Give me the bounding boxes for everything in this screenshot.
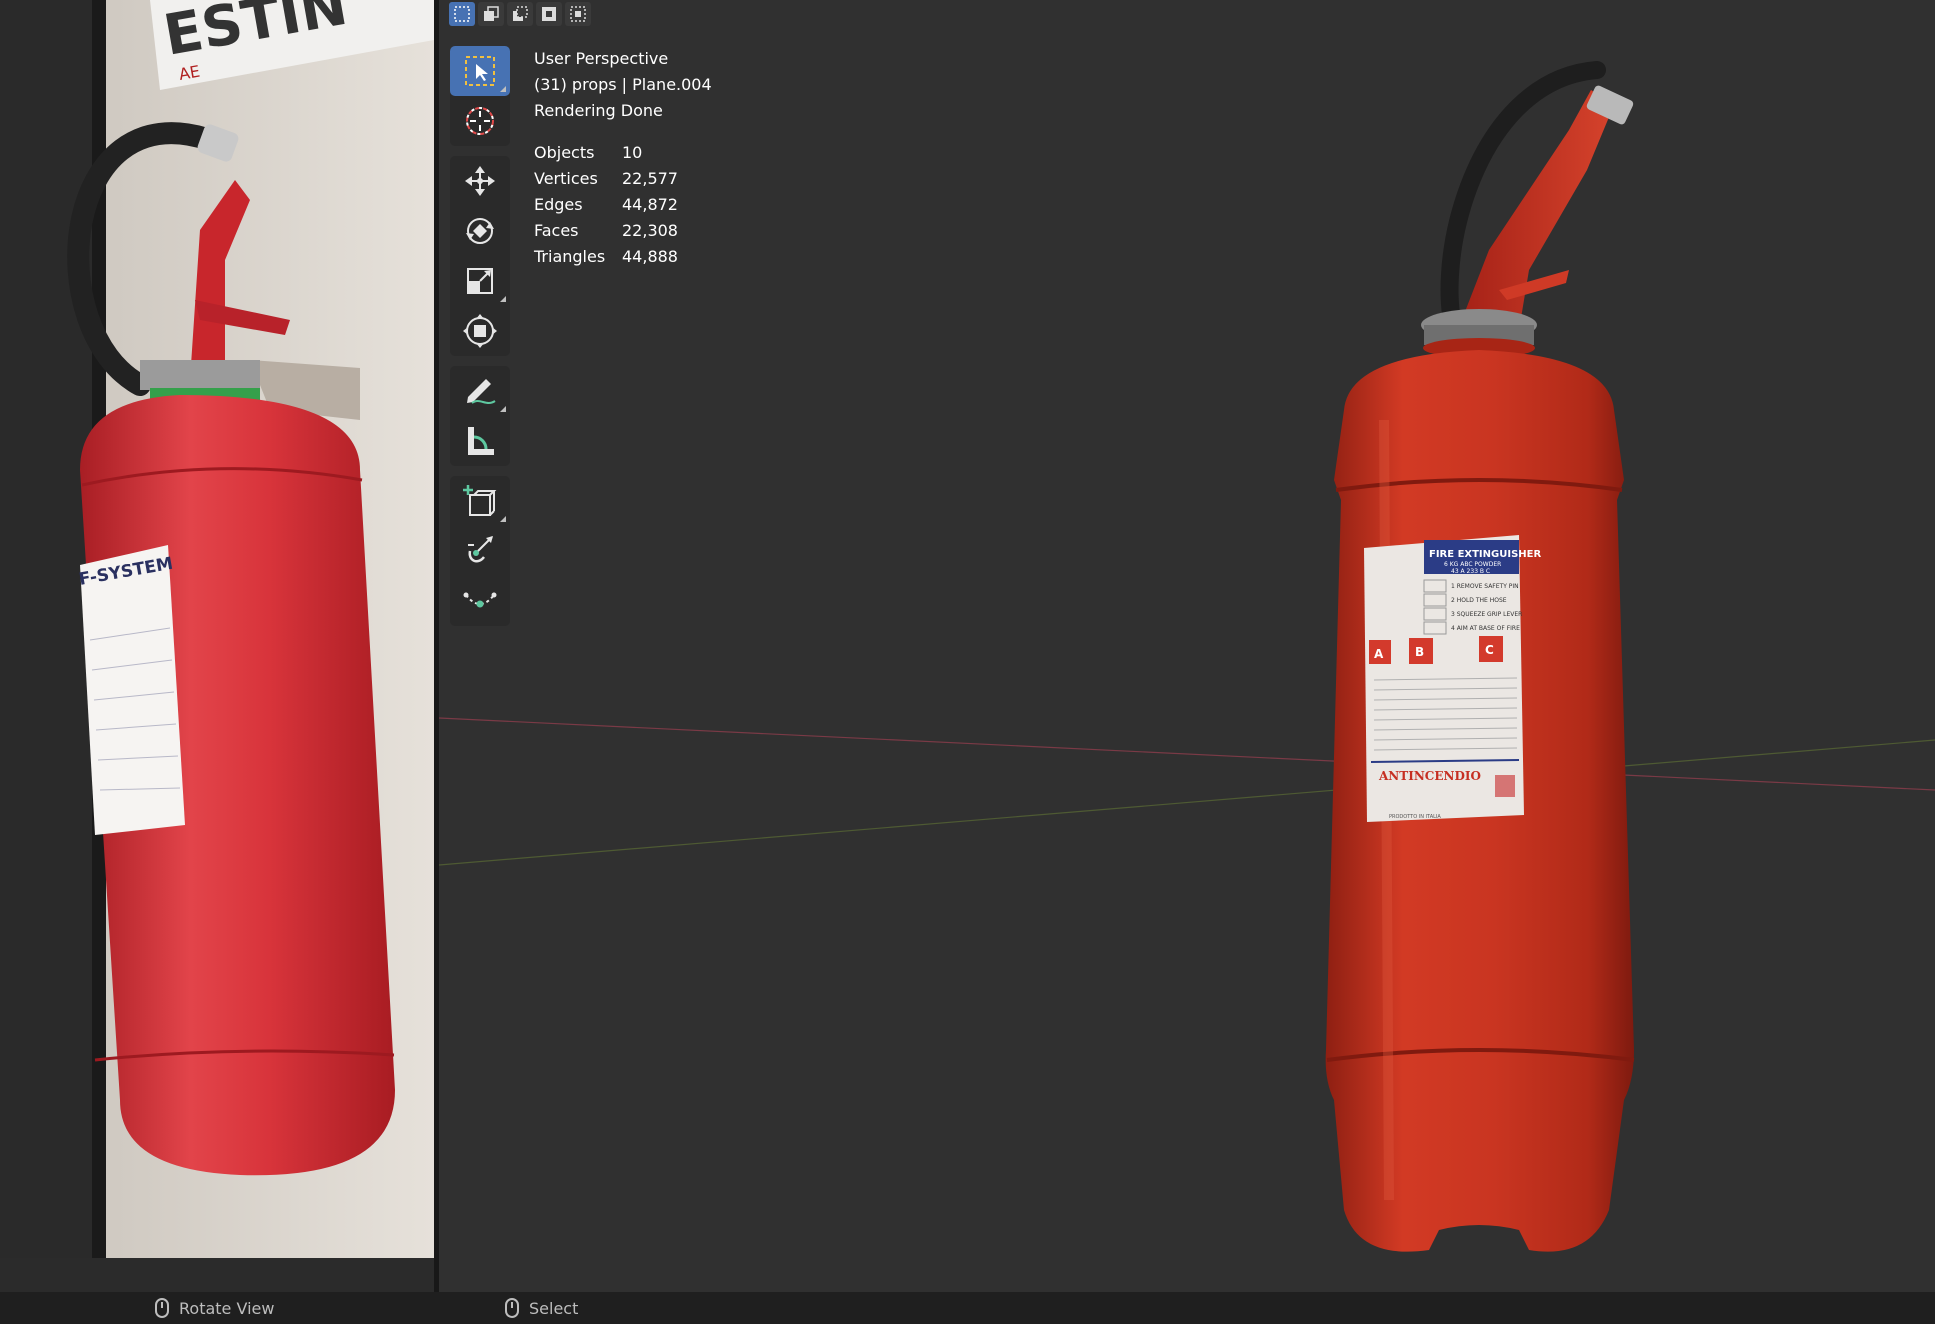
label-step-4: 4 AIM AT BASE OF FIRE — [1451, 625, 1520, 632]
annotate-tool[interactable] — [450, 366, 510, 416]
object-info: (31) props | Plane.004 — [534, 75, 712, 94]
reference-image-pane: ESTIN AE F-SYSTEM — [0, 0, 434, 1258]
label-step-3: 3 SQUEEZE GRIP LEVER — [1451, 611, 1522, 618]
stat-value: 44,872 — [622, 195, 678, 214]
tool-group-select — [450, 46, 510, 146]
stat-label: Vertices — [534, 169, 598, 188]
add-cube-tool[interactable] — [450, 476, 510, 526]
extinguisher-label: FIRE EXTINGUISHER 6 KG ABC POWDER 43 A 2… — [1364, 535, 1541, 822]
status-bar: Rotate View Select — [0, 1292, 1935, 1324]
stat-row-triangles: Triangles 44,888 — [534, 244, 712, 270]
measure-ruler-icon — [468, 427, 494, 455]
status-rotate-view: Rotate View — [155, 1298, 274, 1318]
select-intersect-icon — [570, 6, 586, 22]
select-extend-button[interactable] — [478, 2, 504, 26]
rotate-view-label: Rotate View — [179, 1298, 275, 1318]
cursor-tool[interactable] — [450, 96, 510, 146]
curve-tool[interactable] — [450, 576, 510, 626]
extrude-tool[interactable] — [450, 526, 510, 576]
select-subtract-button[interactable] — [507, 2, 533, 26]
select-box-icon — [465, 56, 495, 86]
transform-icon — [463, 314, 497, 348]
tool-shelf — [450, 46, 510, 636]
stat-row-vertices: Vertices 22,577 — [534, 166, 712, 192]
select-box-tool[interactable] — [450, 46, 510, 96]
tool-group-transform — [450, 156, 510, 356]
extrude-icon — [468, 536, 493, 563]
rotate-icon — [466, 218, 494, 244]
stat-value: 10 — [622, 143, 643, 162]
tool-group-add — [450, 476, 510, 626]
move-icon — [465, 166, 495, 196]
status-select: Select — [505, 1298, 578, 1318]
stat-value: 22,577 — [622, 169, 678, 188]
move-tool[interactable] — [450, 156, 510, 206]
blender-window: ESTIN AE F-SYSTEM FIRE EXTINGUISHER 6 KG… — [0, 0, 1935, 1324]
select-mode-group — [449, 2, 591, 26]
cursor-icon — [466, 107, 494, 135]
select-subtract-icon — [513, 6, 528, 21]
stat-label: Faces — [534, 221, 579, 240]
label-rating: 43 A 233 B C — [1451, 568, 1490, 575]
view-name: User Perspective — [534, 49, 669, 68]
viewport-overlay: User Perspective (31) props | Plane.004 … — [534, 46, 712, 270]
reference-sign-subtext: AE — [177, 62, 201, 84]
label-made-in: PRODOTTO IN ITALIA — [1389, 814, 1441, 820]
select-intersect-button[interactable] — [565, 2, 591, 26]
label-step-1: 1 REMOVE SAFETY PIN — [1451, 583, 1519, 590]
select-box-new-button[interactable] — [449, 2, 475, 26]
tool-more-indicator — [500, 406, 506, 412]
stat-value: 22,308 — [622, 221, 678, 240]
transform-tool[interactable] — [450, 306, 510, 356]
label-title: FIRE EXTINGUISHER — [1429, 549, 1541, 560]
curve-icon — [463, 592, 497, 608]
stat-label: Edges — [534, 195, 583, 214]
tool-more-indicator — [500, 86, 506, 92]
reference-photo: ESTIN AE F-SYSTEM — [0, 0, 434, 1258]
label-step-2: 2 HOLD THE HOSE — [1451, 597, 1507, 604]
stat-row-edges: Edges 44,872 — [534, 192, 712, 218]
stat-value: 44,888 — [622, 247, 678, 266]
label-class-b: B — [1415, 645, 1424, 659]
select-invert-icon — [542, 7, 556, 21]
label-subtitle: 6 KG ABC POWDER — [1444, 561, 1501, 568]
select-invert-button[interactable] — [536, 2, 562, 26]
stat-row-objects: Objects 10 — [534, 140, 712, 166]
stat-label: Objects — [534, 143, 595, 162]
select-extend-icon — [484, 6, 499, 21]
x-axis-line — [439, 717, 1935, 791]
label-class-a: A — [1374, 647, 1384, 661]
tool-more-indicator — [500, 516, 506, 522]
annotate-pencil-icon — [467, 379, 496, 404]
mouse-middle-icon — [155, 1298, 169, 1318]
scale-icon — [467, 268, 493, 294]
measure-tool[interactable] — [450, 416, 510, 466]
select-new-icon — [454, 6, 470, 22]
rotate-tool[interactable] — [450, 206, 510, 256]
tool-more-indicator — [500, 296, 506, 302]
y-axis-line — [439, 739, 1935, 866]
label-class-c: C — [1485, 643, 1494, 657]
label-brand: ANTINCENDIO — [1378, 769, 1481, 783]
render-status: Rendering Done — [534, 101, 663, 120]
add-cube-icon — [463, 485, 497, 516]
select-label: Select — [529, 1298, 579, 1318]
tool-group-annotate — [450, 366, 510, 466]
mouse-left-icon — [505, 1298, 519, 1318]
scale-tool[interactable] — [450, 256, 510, 306]
stat-label: Triangles — [534, 247, 606, 266]
stat-row-faces: Faces 22,308 — [534, 218, 712, 244]
